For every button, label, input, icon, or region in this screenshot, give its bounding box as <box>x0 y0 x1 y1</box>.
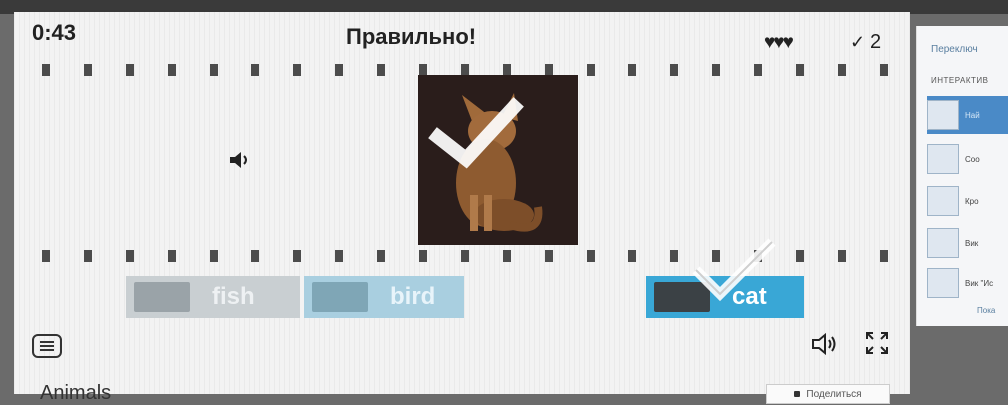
sidebar-item-label: Кро <box>965 196 979 206</box>
score-check-icon: ✓ <box>850 32 866 52</box>
speaker-icon[interactable] <box>810 332 840 356</box>
timer: 0:43 <box>32 20 77 45</box>
template-icon <box>927 100 959 130</box>
answer-label: fish <box>212 283 255 310</box>
template-icon <box>927 268 959 298</box>
answer-label: bird <box>390 283 436 310</box>
template-icon <box>927 144 959 174</box>
sidebar-item-label: Вик "Ис <box>965 278 994 288</box>
answer-fish-button[interactable]: fish <box>126 276 300 318</box>
sidebar-item-2[interactable]: Соо <box>927 140 1008 178</box>
bird-thumbnail <box>312 282 368 312</box>
sidebar-item-label: Най <box>965 110 980 120</box>
score-count: 2 <box>870 31 882 53</box>
sidebar-title[interactable]: Переключ <box>931 44 978 55</box>
answer-bird-button[interactable]: bird <box>304 276 464 318</box>
menu-icon <box>40 341 54 343</box>
template-icon <box>927 186 959 216</box>
menu-button[interactable] <box>32 334 62 358</box>
animal-photo <box>418 75 578 245</box>
share-button[interactable]: Поделиться <box>766 384 890 404</box>
sidebar-header: ИНТЕРАКТИВ <box>931 76 989 85</box>
sidebar-item-3[interactable]: Кро <box>927 182 1008 220</box>
sidebar-item-4[interactable]: Вик <box>927 224 1008 262</box>
sidebar-item-1[interactable]: Най <box>927 96 1008 134</box>
lives-hearts: ♥♥♥ <box>764 32 794 53</box>
sidebar-panel: Переключ ИНТЕРАКТИВ Най Соо Кро Вик Вик … <box>916 26 1008 326</box>
sidebar-item-5[interactable]: Вик "Ис <box>927 264 1008 302</box>
template-icon <box>927 228 959 258</box>
checkmark-icon <box>692 238 776 302</box>
game-stage: 0:43 Правильно! ♥♥♥ ✓ 2 fish bird cat An… <box>14 12 910 404</box>
fish-thumbnail <box>134 282 190 312</box>
sound-icon[interactable] <box>228 150 252 170</box>
sidebar-item-label: Вик <box>965 238 979 248</box>
lock-icon <box>794 391 801 397</box>
sidebar-item-label: Соо <box>965 154 980 164</box>
fullscreen-icon[interactable] <box>864 330 890 356</box>
sidebar-show-more[interactable]: Пока <box>977 306 995 315</box>
feedback-message: Правильно! <box>346 24 477 49</box>
share-label: Поделиться <box>806 388 862 400</box>
